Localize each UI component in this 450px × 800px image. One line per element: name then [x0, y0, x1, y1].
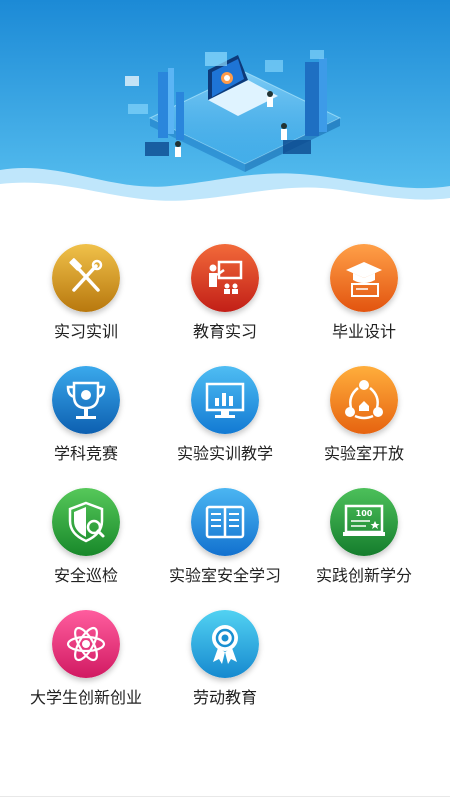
menu-item-internship-training[interactable]: 实习实训 [11, 244, 161, 354]
trophy-icon [52, 366, 120, 434]
medal-ribbon-icon [191, 610, 259, 678]
menu-item-subject-competition[interactable]: 学科竞赛 [11, 366, 161, 476]
menu-item-lab-open[interactable]: 实验室开放 [289, 366, 439, 476]
menu-item-lab-safety-study[interactable]: 实验室安全学习 [150, 488, 300, 598]
atom-icon [52, 610, 120, 678]
bottom-divider [0, 796, 450, 797]
menu-item-label: 实习实训 [53, 322, 118, 341]
menu-item-label: 实验实训教学 [176, 444, 273, 463]
menu-item-label: 劳动教育 [192, 688, 257, 707]
menu-item-education-internship[interactable]: 教育实习 [150, 244, 300, 354]
certificate-100-icon: 100 [330, 488, 398, 556]
banner-illustration [0, 0, 450, 215]
menu-item-lab-training-teaching[interactable]: 实验实训教学 [150, 366, 300, 476]
menu-item-graduation-design[interactable]: 毕业设计 [289, 244, 439, 354]
menu-item-label: 实验室安全学习 [168, 566, 281, 585]
graduation-cap-icon [330, 244, 398, 312]
menu-item-label: 安全巡检 [53, 566, 118, 585]
menu-item-label: 毕业设计 [331, 322, 396, 341]
menu-item-labor-education[interactable]: 劳动教育 [150, 610, 300, 720]
certificate-score-text: 100 [356, 509, 373, 518]
menu-item-student-innovation-entrepreneurship[interactable]: 大学生创新创业 [11, 610, 161, 720]
menu-item-label: 大学生创新创业 [29, 688, 142, 707]
monitor-chart-icon [191, 366, 259, 434]
menu-item-practice-innovation-credits[interactable]: 100 实践创新学分 [289, 488, 439, 598]
teacher-board-icon [191, 244, 259, 312]
menu-item-safety-inspection[interactable]: 安全巡检 [11, 488, 161, 598]
top-banner [0, 0, 450, 215]
app-screen: 实习实训 教育实习 毕业设计 学科竞赛 实验实训教学 实验室开放 安全巡检 实验… [0, 0, 450, 800]
menu-item-label: 实验室开放 [323, 444, 404, 463]
share-network-icon [330, 366, 398, 434]
menu-item-label: 教育实习 [192, 322, 257, 341]
open-book-icon [191, 488, 259, 556]
shield-search-icon [52, 488, 120, 556]
menu-item-label: 学科竞赛 [53, 444, 118, 463]
menu-item-label: 实践创新学分 [315, 566, 412, 585]
hammer-wrench-icon [52, 244, 120, 312]
